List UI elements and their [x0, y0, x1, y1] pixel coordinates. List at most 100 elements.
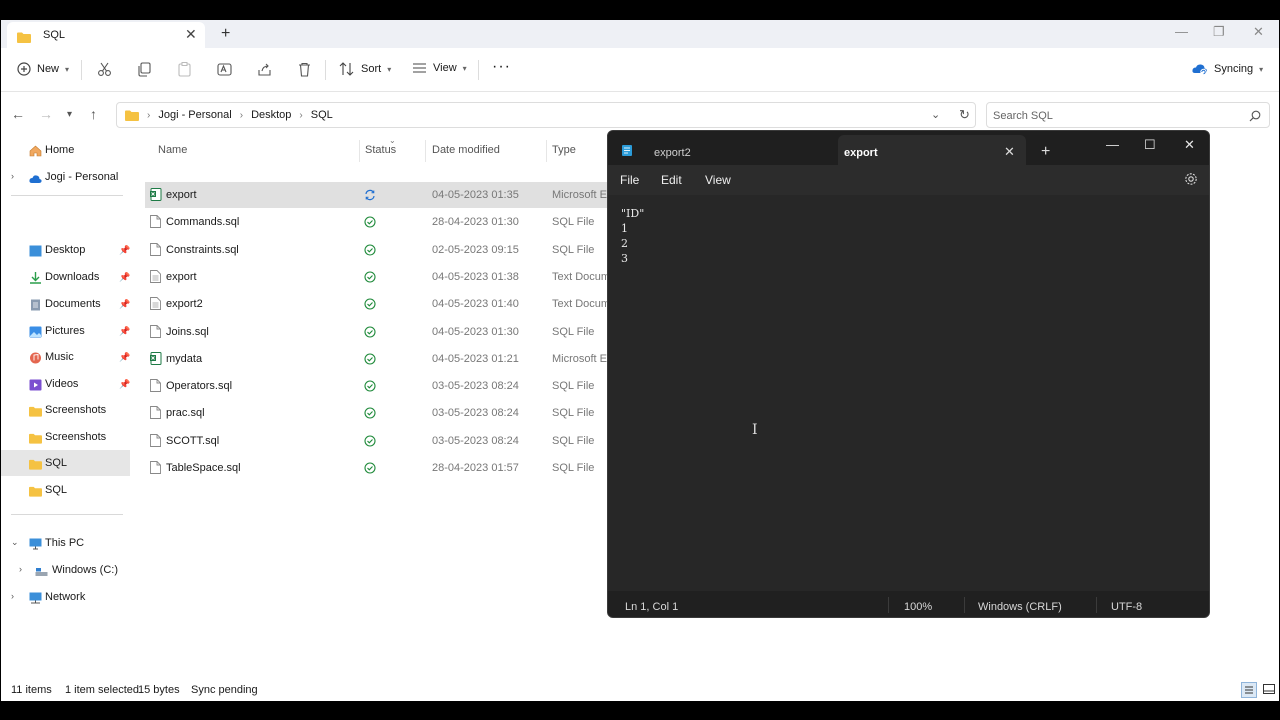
address-dropdown-icon[interactable]: ⌄: [931, 108, 940, 121]
new-tab-button[interactable]: +: [221, 25, 230, 43]
minimize-icon[interactable]: —: [1175, 24, 1188, 39]
close-tab-icon[interactable]: ✕: [185, 26, 197, 43]
folder-icon: [29, 457, 42, 470]
text-line: 3: [621, 252, 628, 265]
search-box[interactable]: Search SQL: [986, 102, 1270, 128]
close-window-icon[interactable]: ✕: [1253, 24, 1264, 40]
sidebar-item-screenshots[interactable]: Screenshots: [1, 424, 130, 450]
sidebar-item-music[interactable]: Music 📌: [1, 344, 130, 370]
file-icon: [150, 215, 161, 233]
details-view-icon[interactable]: [1241, 682, 1257, 698]
file-name: prac.sql: [166, 407, 205, 420]
close-tab-icon[interactable]: ✕: [1004, 144, 1015, 160]
zoom-level[interactable]: 100%: [904, 601, 932, 613]
sidebar-item-label: Documents: [45, 298, 101, 310]
expand-icon[interactable]: ›: [11, 591, 14, 601]
share-icon[interactable]: [257, 62, 272, 82]
minimize-icon[interactable]: —: [1106, 137, 1119, 152]
file-type: SQL File: [552, 243, 595, 256]
text-editor[interactable]: "ID" 1 2 3 I: [608, 195, 1209, 591]
sort-indicator-icon: ⌄: [389, 136, 396, 145]
settings-icon[interactable]: [1184, 172, 1198, 191]
file-date: 28-04-2023 01:30: [432, 216, 519, 229]
folder-icon: [125, 110, 139, 121]
file-row[interactable]: export2 04-05-2023 01:40 Text Document: [145, 291, 625, 317]
column-divider: [546, 140, 547, 162]
notepad-tab-export2[interactable]: export2: [648, 135, 836, 165]
file-icon: [150, 461, 161, 479]
column-header-status[interactable]: Status: [365, 144, 396, 156]
file-row[interactable]: export 04-05-2023 01:35 Microsoft Excel: [145, 182, 627, 208]
file-row[interactable]: Operators.sql 03-05-2023 08:24 SQL File: [145, 373, 615, 399]
sidebar-item-downloads[interactable]: Downloads 📌: [1, 264, 130, 290]
rename-icon[interactable]: [217, 62, 232, 82]
file-row[interactable]: prac.sql 03-05-2023 08:24 SQL File: [145, 400, 615, 426]
file-icon: [150, 242, 161, 261]
sidebar-item-drive[interactable]: › Windows (C:): [1, 557, 130, 583]
refresh-icon[interactable]: ↻: [959, 107, 970, 123]
sort-button[interactable]: Sort ▾: [339, 62, 391, 76]
sidebar-item-this-pc[interactable]: ⌄ This PC: [1, 530, 130, 556]
forward-icon[interactable]: →: [39, 106, 53, 122]
column-header-date[interactable]: Date modified: [432, 144, 500, 156]
breadcrumb-desktop[interactable]: Desktop: [251, 109, 291, 121]
sidebar-item-desktop[interactable]: Desktop 📌: [1, 237, 130, 263]
breadcrumb-sql[interactable]: SQL: [311, 109, 333, 121]
breadcrumb-onedrive[interactable]: Jogi - Personal: [158, 109, 231, 121]
cut-icon[interactable]: [97, 62, 112, 82]
menu-file[interactable]: File: [620, 173, 639, 187]
sidebar-item-label: SQL: [45, 484, 68, 496]
file-date: 02-05-2023 09:15: [432, 243, 519, 256]
sidebar-item-label: Network: [45, 591, 86, 603]
sidebar-item-onedrive[interactable]: › Jogi - Personal: [1, 164, 130, 190]
preview-view-icon[interactable]: [1262, 682, 1276, 699]
paste-icon[interactable]: [177, 62, 192, 82]
file-type: SQL File: [552, 407, 595, 420]
sidebar-item-videos[interactable]: Videos 📌: [1, 371, 130, 397]
copy-icon[interactable]: [137, 62, 152, 82]
file-date: 03-05-2023 08:24: [432, 407, 519, 420]
sidebar-item-sql[interactable]: SQL: [1, 477, 130, 503]
sidebar-item-pictures[interactable]: Pictures 📌: [1, 318, 130, 344]
sidebar-item-sql[interactable]: SQL: [1, 450, 130, 476]
new-tab-button[interactable]: +: [1041, 143, 1050, 161]
collapse-icon[interactable]: ⌄: [11, 537, 19, 548]
sidebar-item-home[interactable]: Home: [1, 137, 130, 163]
file-row[interactable]: Joins.sql 04-05-2023 01:30 SQL File: [145, 319, 615, 345]
notepad-tab-export[interactable]: export ✕: [838, 135, 1026, 165]
maximize-icon[interactable]: ☐: [1144, 137, 1156, 153]
file-row[interactable]: TableSpace.sql 28-04-2023 01:57 SQL File: [145, 455, 615, 481]
expand-icon[interactable]: ›: [19, 564, 22, 574]
encoding[interactable]: UTF-8: [1111, 601, 1142, 613]
menu-edit[interactable]: Edit: [661, 173, 682, 187]
line-endings[interactable]: Windows (CRLF): [978, 601, 1062, 613]
view-button[interactable]: View ▾: [412, 62, 467, 74]
address-bar[interactable]: › Jogi - Personal › Desktop › SQL ⌄ ↻: [116, 102, 976, 128]
back-icon[interactable]: ←: [11, 106, 25, 122]
expand-icon[interactable]: ›: [11, 171, 14, 181]
sidebar-item-label: This PC: [45, 537, 85, 549]
file-row[interactable]: Constraints.sql 02-05-2023 09:15 SQL File: [145, 237, 615, 263]
sidebar-item-screenshots[interactable]: Screenshots: [1, 397, 130, 423]
file-row[interactable]: export 04-05-2023 01:38 Text Document: [145, 264, 625, 290]
sidebar-item-network[interactable]: › Network: [1, 584, 130, 610]
new-button[interactable]: New ▾: [17, 62, 69, 76]
restore-icon[interactable]: ❐: [1213, 24, 1225, 40]
menu-view[interactable]: View: [705, 173, 731, 187]
more-options-icon[interactable]: ···: [492, 58, 511, 76]
file-row[interactable]: mydata 04-05-2023 01:21 Microsoft Excel: [145, 346, 627, 372]
column-header-name[interactable]: Name: [158, 144, 187, 156]
file-row[interactable]: SCOTT.sql 03-05-2023 08:24 SQL File: [145, 428, 615, 454]
sidebar-item-label: SQL: [45, 457, 68, 469]
close-window-icon[interactable]: ✕: [1184, 137, 1195, 153]
sidebar-item-documents[interactable]: Documents 📌: [1, 291, 130, 317]
tab-sql[interactable]: SQL ✕: [7, 22, 205, 48]
sync-status-button[interactable]: Syncing ▾: [1192, 62, 1263, 76]
cursor-position: Ln 1, Col 1: [625, 601, 679, 613]
recent-locations-icon[interactable]: ▾: [67, 109, 72, 120]
divider: [964, 597, 965, 613]
file-row[interactable]: Commands.sql 28-04-2023 01:30 SQL File: [145, 209, 615, 235]
delete-icon[interactable]: [297, 62, 312, 82]
up-icon[interactable]: ↑: [90, 106, 97, 122]
column-header-type[interactable]: Type: [552, 144, 576, 156]
